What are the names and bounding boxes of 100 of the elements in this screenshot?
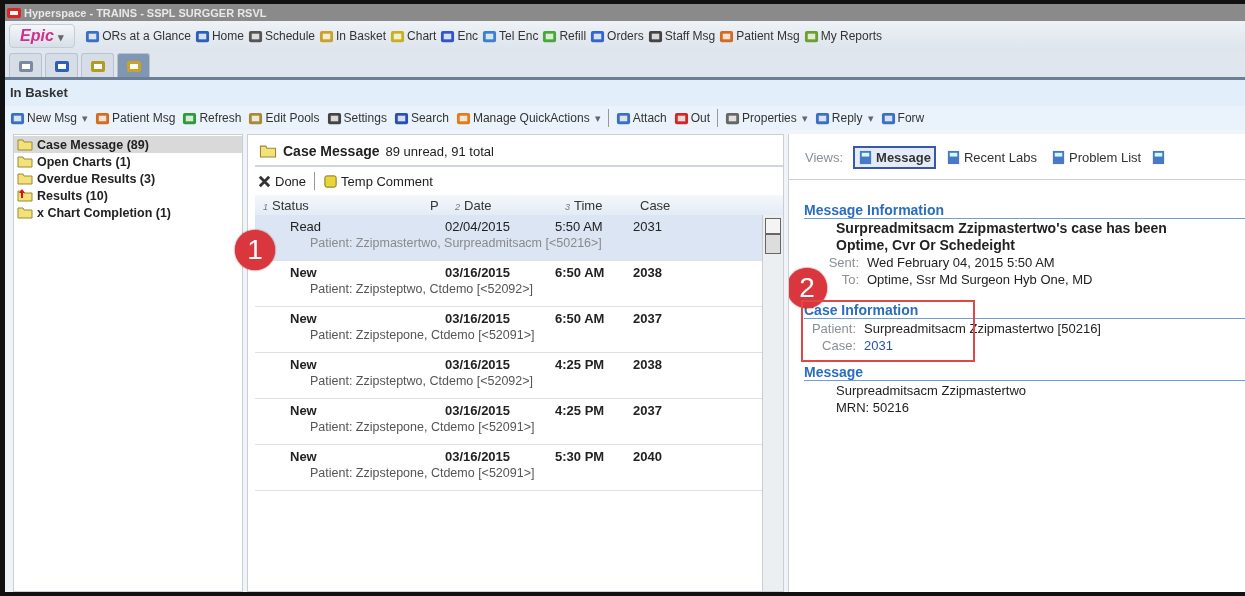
scrollbar[interactable]	[762, 215, 783, 591]
window-icon	[880, 110, 896, 126]
message-subject: Surpreadmitsacm Zzipmastertwo's case has been	[835, 220, 1168, 237]
toolbar-button[interactable]: Settings	[326, 110, 387, 126]
toolbar-button[interactable]: Chart	[390, 28, 437, 44]
column-header[interactable]: 2 Date	[455, 197, 492, 213]
window-icon	[647, 28, 663, 44]
folder-title: Case Message	[283, 143, 380, 159]
toolbar-button[interactable]: In Basket	[319, 28, 387, 44]
message-row[interactable]: New 03/16/2015 4:25 PM 2037 Patient: Zzipstepone, Ctdemo [<52091>]	[255, 399, 762, 445]
message-text: Surpreadmitsacm Zzipmastertwo	[835, 382, 1027, 399]
folder-icon	[17, 206, 33, 219]
toolbar-button[interactable]: Attach	[615, 110, 667, 126]
window-icon	[10, 110, 25, 126]
folder-item[interactable]: x Chart Completion (1)	[14, 204, 242, 221]
window-icon	[440, 28, 456, 44]
folder-icon	[17, 155, 33, 168]
field-label: Case:	[821, 337, 856, 354]
view-tab[interactable]: Problem List	[1047, 147, 1146, 168]
section-heading: Message Information	[804, 202, 1245, 219]
field-value: Optime, Ssr Md Surgeon Hyb One, MD	[867, 271, 1093, 288]
toolbar-button[interactable]: Home	[194, 28, 244, 44]
toolbar-button[interactable]: Edit Pools	[248, 110, 320, 126]
section-heading: Message	[804, 364, 1245, 381]
message-row[interactable]: New 03/16/2015 4:25 PM 2038 Patient: Zzipsteptwo, Ctdemo [<52092>]	[255, 353, 762, 399]
window-icon	[482, 28, 498, 44]
column-header[interactable]: P	[430, 197, 439, 213]
toolbar-button[interactable]: New Msg ▾	[10, 110, 89, 126]
window-icon	[248, 110, 264, 126]
window-icon	[326, 110, 342, 126]
workspace-tab[interactable]	[45, 53, 78, 77]
document-icon	[946, 150, 961, 165]
window-icon	[95, 110, 111, 126]
workspace-tab[interactable]	[117, 53, 150, 77]
column-header[interactable]: 3 Time	[565, 197, 603, 213]
folder-icon	[17, 138, 33, 151]
window-icon	[803, 28, 819, 44]
toolbar-button[interactable]: Out	[673, 110, 711, 126]
folder-item[interactable]: Case Message (89)	[14, 136, 242, 153]
folder-item[interactable]: Overdue Results (3)	[14, 170, 242, 187]
toolbar-button[interactable]: Refresh	[182, 110, 242, 126]
toolbar-button[interactable]: Manage QuickActions ▾	[455, 110, 601, 126]
close-icon	[257, 173, 272, 189]
toolbar-button[interactable]: My Reports	[803, 28, 882, 44]
toolbar-button[interactable]: Schedule	[247, 28, 315, 44]
window-icon	[814, 110, 830, 126]
document-icon	[1151, 150, 1167, 165]
case-link[interactable]: 2031	[864, 337, 893, 354]
window-icon	[247, 28, 263, 44]
callout-badge: 2	[789, 268, 827, 308]
activity-title: In Basket	[10, 85, 68, 100]
field-value: Wed February 04, 2015 5:50 AM	[867, 254, 1055, 271]
window-icon	[85, 28, 101, 44]
app-icon	[7, 7, 21, 18]
field-label: Sent:	[827, 254, 859, 271]
window-icon	[542, 28, 558, 44]
window-icon	[673, 110, 689, 126]
message-row[interactable]: New 03/16/2015 6:50 AM 2037 Patient: Zzipstepone, Ctdemo [<52091>]	[255, 307, 762, 353]
view-tab[interactable]: Recent Labs	[942, 147, 1041, 168]
toolbar-button[interactable]: ORs at a Glance	[85, 28, 191, 44]
window-icon	[182, 110, 198, 126]
window-icon	[719, 28, 735, 44]
sender-name: Optime, Cvr Or Schedeight	[835, 237, 1016, 254]
toolbar-button[interactable]: Properties ▾	[725, 110, 808, 126]
window-icon	[319, 28, 334, 44]
toolbar-button[interactable]: Refill	[542, 28, 587, 44]
window-icon	[390, 28, 406, 44]
toolbar-button[interactable]: Search	[393, 110, 449, 126]
action-button[interactable]: Temp Comment	[323, 173, 433, 189]
toolbar-button[interactable]: Forw	[880, 110, 925, 126]
note-icon	[323, 173, 339, 189]
window-icon	[194, 28, 210, 44]
action-button[interactable]: Done	[257, 173, 307, 189]
toolbar-button[interactable]: Orders	[590, 28, 644, 44]
message-text: MRN: 50216	[835, 399, 910, 416]
toolbar-button[interactable]: Patient Msg	[719, 28, 800, 44]
field-label: To:	[840, 271, 859, 288]
column-header[interactable]: Case	[640, 197, 671, 213]
workspace-tab[interactable]	[81, 53, 114, 77]
window-icon	[455, 110, 471, 126]
toolbar-button[interactable]: Patient Msg	[95, 110, 176, 126]
toolbar-button[interactable]: Enc	[440, 28, 479, 44]
alert-folder-icon	[17, 189, 33, 202]
toolbar-button[interactable]: Reply ▾	[814, 110, 874, 126]
toolbar-button[interactable]: Tel Enc	[482, 28, 539, 44]
view-tab[interactable]: Message	[853, 146, 936, 169]
field-label: Patient:	[810, 320, 856, 337]
views-label: Views:	[805, 150, 844, 165]
folder-icon	[259, 144, 277, 158]
window-icon	[590, 28, 606, 44]
folder-item[interactable]: Results (10)	[14, 187, 242, 204]
message-row[interactable]: New 03/16/2015 5:30 PM 2040 Patient: Zzipstepone, Ctdemo [<52091>]	[255, 445, 762, 491]
window-icon	[615, 110, 631, 126]
epic-menu-button[interactable]: Epic ▾	[9, 24, 76, 48]
column-header[interactable]: 1 Status	[263, 197, 309, 213]
toolbar-button[interactable]: Staff Msg	[647, 28, 716, 44]
window-icon	[393, 110, 409, 126]
workspace-tab[interactable]	[9, 53, 42, 77]
document-icon	[1051, 150, 1066, 165]
folder-item[interactable]: Open Charts (1)	[14, 153, 242, 170]
